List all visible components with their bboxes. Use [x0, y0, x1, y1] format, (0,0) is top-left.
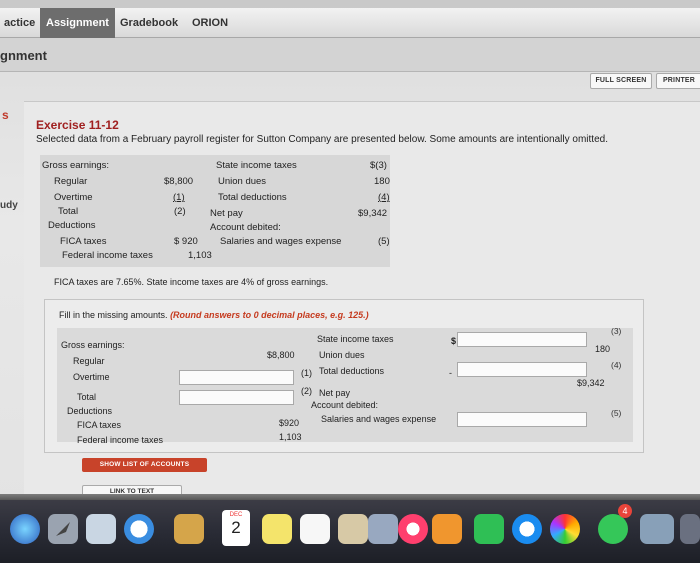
- value-overtime: (1): [173, 192, 185, 203]
- fica-note: FICA taxes are 7.65%. State income taxes…: [54, 277, 329, 287]
- show-list-of-accounts-button[interactable]: SHOW LIST OF ACCOUNTS: [82, 458, 207, 472]
- photo-icon[interactable]: [368, 514, 398, 544]
- label-total-deductions: Total deductions: [319, 366, 385, 376]
- tab-gradebook[interactable]: Gradebook: [114, 8, 184, 38]
- messages-badge: 4: [618, 504, 632, 518]
- label-gross-earnings: Gross earnings:: [61, 340, 125, 350]
- notes-app-icon[interactable]: [174, 514, 204, 544]
- value-fica: $ 920: [174, 236, 198, 247]
- course-tab-bar: actice Assignment Gradebook ORION: [0, 8, 700, 38]
- keynote-icon[interactable]: [338, 514, 368, 544]
- marker-3: (3): [611, 326, 622, 336]
- label-salaries-wages: Salaries and wages expense: [321, 414, 437, 424]
- value-net-pay: $9,342: [577, 378, 605, 388]
- payroll-data-table: Gross earnings: Regular $8,800 Overtime …: [40, 155, 390, 267]
- label-net-pay: Net pay: [210, 208, 243, 219]
- dock-overflow-icon[interactable]: [680, 514, 700, 544]
- label-total: Total: [77, 392, 97, 402]
- value-union-dues: 180: [595, 344, 611, 354]
- salaries-wages-input[interactable]: [457, 412, 587, 427]
- value-fica: $920: [279, 418, 300, 428]
- value-salaries: (5): [378, 236, 390, 247]
- dollar-sign: $: [451, 336, 457, 346]
- label-federal-income-taxes: Federal income taxes: [62, 250, 153, 261]
- tab-practice[interactable]: actice: [0, 8, 41, 38]
- image-capture-icon[interactable]: [640, 514, 674, 544]
- label-salaries-wages: Salaries and wages expense: [220, 236, 342, 247]
- siri-icon[interactable]: [10, 514, 40, 544]
- instruction-main: Fill in the missing amounts.: [59, 310, 168, 320]
- state-income-taxes-input[interactable]: [457, 332, 587, 347]
- sidebar-fragment-s: s: [2, 108, 9, 122]
- value-union-dues: 180: [374, 176, 390, 187]
- label-state-income-taxes: State income taxes: [317, 334, 394, 344]
- reminders-icon[interactable]: [300, 514, 330, 544]
- calendar-icon[interactable]: DEC 2: [222, 510, 250, 546]
- browser-top-strip: [0, 0, 700, 8]
- value-total: (2): [174, 206, 186, 217]
- label-state-income-taxes: State income taxes: [216, 160, 297, 171]
- safari-icon[interactable]: [124, 514, 154, 544]
- label-deductions: Deductions: [67, 406, 113, 416]
- instruction-text: Fill in the missing amounts. (Round answ…: [59, 310, 369, 320]
- photos-icon[interactable]: [550, 514, 580, 544]
- tab-orion[interactable]: ORION: [186, 8, 234, 38]
- overtime-input[interactable]: [179, 370, 294, 385]
- instruction-emphasis: (Round answers to 0 decimal places, e.g.…: [170, 310, 369, 320]
- marker-2: (2): [301, 386, 312, 396]
- label-gross-earnings: Gross earnings:: [42, 160, 110, 171]
- value-federal: 1,103: [188, 250, 212, 261]
- label-deductions: Deductions: [48, 220, 96, 231]
- macos-dock: DEC 2 4: [0, 500, 700, 563]
- tab-assignment[interactable]: Assignment: [40, 8, 115, 38]
- label-total-deductions: Total deductions: [218, 192, 287, 203]
- label-overtime: Overtime: [54, 192, 93, 203]
- label-net-pay: Net pay: [319, 388, 351, 398]
- music-icon[interactable]: [398, 514, 428, 544]
- label-overtime: Overtime: [73, 372, 110, 382]
- label-union-dues: Union dues: [319, 350, 365, 360]
- label-regular: Regular: [54, 176, 88, 187]
- label-fica-taxes: FICA taxes: [77, 420, 122, 430]
- exercise-title: Exercise 11-12: [36, 118, 119, 132]
- label-fica-taxes: FICA taxes: [60, 236, 107, 247]
- launchpad-icon[interactable]: [48, 514, 78, 544]
- value-state: $(3): [370, 160, 387, 171]
- preview-icon[interactable]: [86, 514, 116, 544]
- subtract-dash: -: [449, 368, 452, 378]
- exercise-description: Selected data from a February payroll re…: [36, 134, 608, 145]
- fill-in-panel: Fill in the missing amounts. (Round answ…: [44, 299, 644, 453]
- value-regular: $8,800: [267, 350, 295, 360]
- label-federal-income-taxes: Federal income taxes: [77, 435, 164, 445]
- total-deductions-input[interactable]: [457, 362, 587, 377]
- value-total-deductions: (4): [378, 192, 390, 203]
- label-regular: Regular: [73, 356, 105, 366]
- exercise-panel: Exercise 11-12 Selected data from a Febr…: [24, 101, 700, 499]
- marker-5: (5): [611, 408, 622, 418]
- total-input[interactable]: [179, 390, 294, 405]
- marker-1: (1): [301, 368, 312, 378]
- messages-icon[interactable]: [598, 514, 628, 544]
- sticky-notes-icon[interactable]: [262, 514, 292, 544]
- label-account-debited: Account debited:: [311, 400, 379, 410]
- label-total: Total: [58, 206, 79, 217]
- books-icon[interactable]: [432, 514, 462, 544]
- facetime-icon[interactable]: [474, 514, 504, 544]
- assignment-header: gnment: [0, 38, 700, 72]
- app-store-icon[interactable]: [512, 514, 542, 544]
- value-federal: 1,103: [279, 432, 302, 442]
- answer-grid: Gross earnings: Regular $8,800 Overtime …: [57, 326, 633, 445]
- marker-4: (4): [611, 360, 622, 370]
- value-net-pay: $9,342: [358, 208, 388, 219]
- value-regular: $8,800: [164, 176, 194, 187]
- sidebar-fragment-study[interactable]: udy: [0, 200, 18, 211]
- full-screen-button[interactable]: FULL SCREEN: [590, 73, 652, 89]
- printer-button[interactable]: PRINTER: [656, 73, 700, 89]
- page-title: gnment: [0, 48, 47, 63]
- label-account-debited: Account debited:: [210, 222, 281, 233]
- calendar-day: 2: [231, 518, 241, 537]
- label-union-dues: Union dues: [218, 176, 267, 187]
